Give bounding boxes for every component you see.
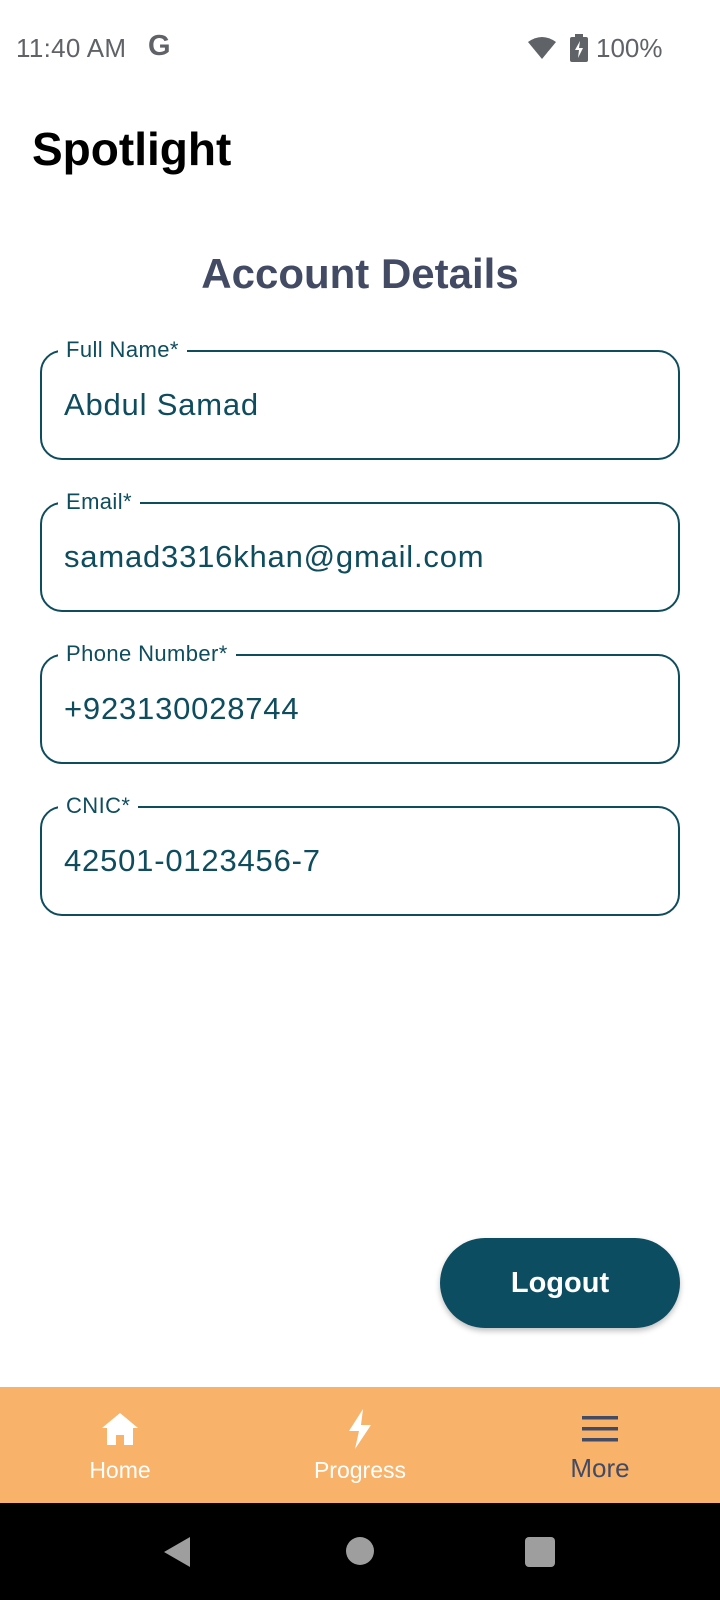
cnic-value[interactable]: 42501-0123456-7 [64,842,656,880]
logout-button[interactable]: Logout [440,1238,680,1328]
nav-item-more[interactable]: More [480,1387,720,1503]
recents-icon[interactable] [525,1537,555,1567]
email-label: Email* [58,488,140,516]
email-field[interactable]: Email* samad3316khan@gmail.com [40,488,680,612]
full-name-label: Full Name* [58,336,187,364]
email-value[interactable]: samad3316khan@gmail.com [64,538,656,576]
account-details-screen: 11:40 AM G 4 100% Spotlight Account Deta… [0,0,720,1600]
cnic-field[interactable]: CNIC* 42501-0123456-7 [40,792,680,916]
wifi-icon: 4 [528,37,556,60]
phone-number-label: Phone Number* [58,640,236,668]
nav-label-progress: Progress [313,1457,407,1483]
app-title: Spotlight [32,123,232,175]
nav-label-more: More [570,1453,630,1483]
bottom-navigation: Home Progress More [0,1387,720,1503]
home-circle-icon[interactable] [346,1537,374,1565]
nav-item-progress[interactable]: Progress [240,1387,480,1503]
cnic-label: CNIC* [58,792,139,820]
battery-charging-icon [570,34,588,62]
status-bar: 11:40 AM G 4 100% [0,0,720,96]
full-name-value[interactable]: Abdul Samad [64,386,656,424]
page-title: Account Details [201,250,519,297]
svg-text:4: 4 [545,50,551,60]
battery-percentage: 100% [596,33,663,63]
full-name-field[interactable]: Full Name* Abdul Samad [40,336,680,460]
system-navigation-bar [0,1503,720,1600]
status-time: 11:40 AM [16,33,127,63]
back-icon[interactable] [162,1535,192,1569]
home-icon [98,1409,142,1449]
menu-icon [578,1409,622,1449]
phone-number-value[interactable]: +923130028744 [64,690,656,728]
phone-number-field[interactable]: Phone Number* +923130028744 [40,640,680,764]
bolt-icon [338,1409,382,1449]
google-icon: G [148,30,171,62]
nav-item-home[interactable]: Home [0,1387,240,1503]
nav-label-home: Home [89,1457,151,1483]
